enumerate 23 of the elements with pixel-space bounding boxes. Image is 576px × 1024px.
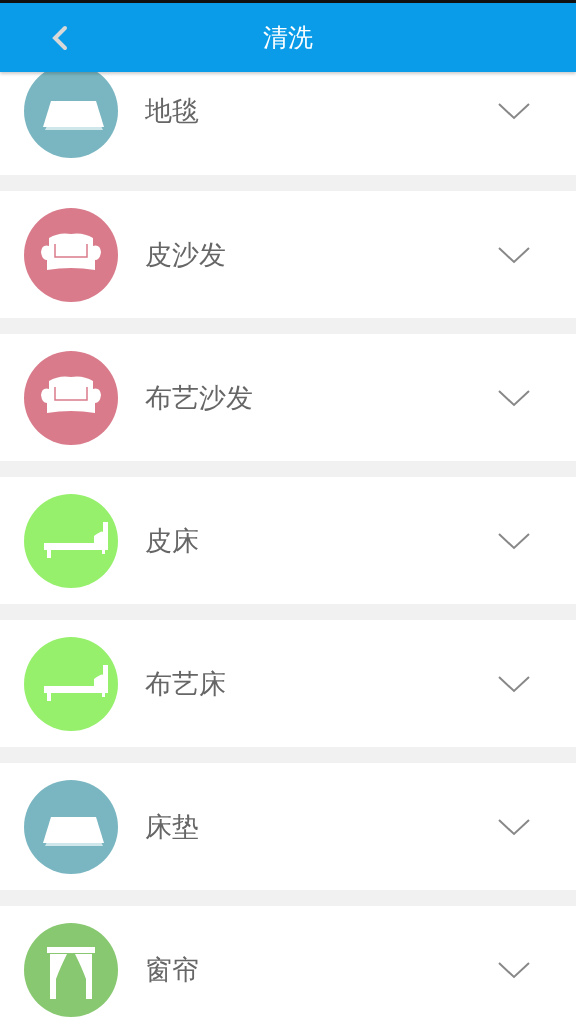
category-row[interactable]: 皮床 bbox=[0, 477, 576, 604]
category-label: 皮床 bbox=[145, 523, 200, 558]
category-row[interactable]: 窗帘 bbox=[0, 906, 576, 1024]
category-row[interactable]: 布艺床 bbox=[0, 620, 576, 747]
chevron-down-icon[interactable] bbox=[497, 387, 531, 408]
category-label: 布艺沙发 bbox=[145, 380, 254, 415]
category-row[interactable]: 布艺沙发 bbox=[0, 334, 576, 461]
page-title: 清洗 bbox=[263, 22, 313, 54]
chevron-down-icon[interactable] bbox=[497, 101, 531, 121]
category-label: 地毯 bbox=[145, 94, 200, 128]
category-label: 布艺床 bbox=[145, 666, 227, 701]
chevron-down-icon[interactable] bbox=[497, 530, 531, 551]
chevron-down-icon[interactable] bbox=[497, 673, 531, 694]
category-row[interactable]: 皮沙发 bbox=[0, 191, 576, 318]
chevron-down-icon[interactable] bbox=[497, 816, 531, 837]
category-label: 床垫 bbox=[145, 809, 200, 844]
back-icon bbox=[50, 24, 70, 52]
chevron-down-icon[interactable] bbox=[497, 959, 531, 980]
category-row[interactable]: 床垫 bbox=[0, 763, 576, 890]
category-label: 窗帘 bbox=[145, 952, 200, 987]
category-row[interactable]: 地毯 bbox=[0, 72, 576, 175]
category-label: 皮沙发 bbox=[145, 237, 227, 272]
chevron-down-icon[interactable] bbox=[497, 244, 531, 265]
